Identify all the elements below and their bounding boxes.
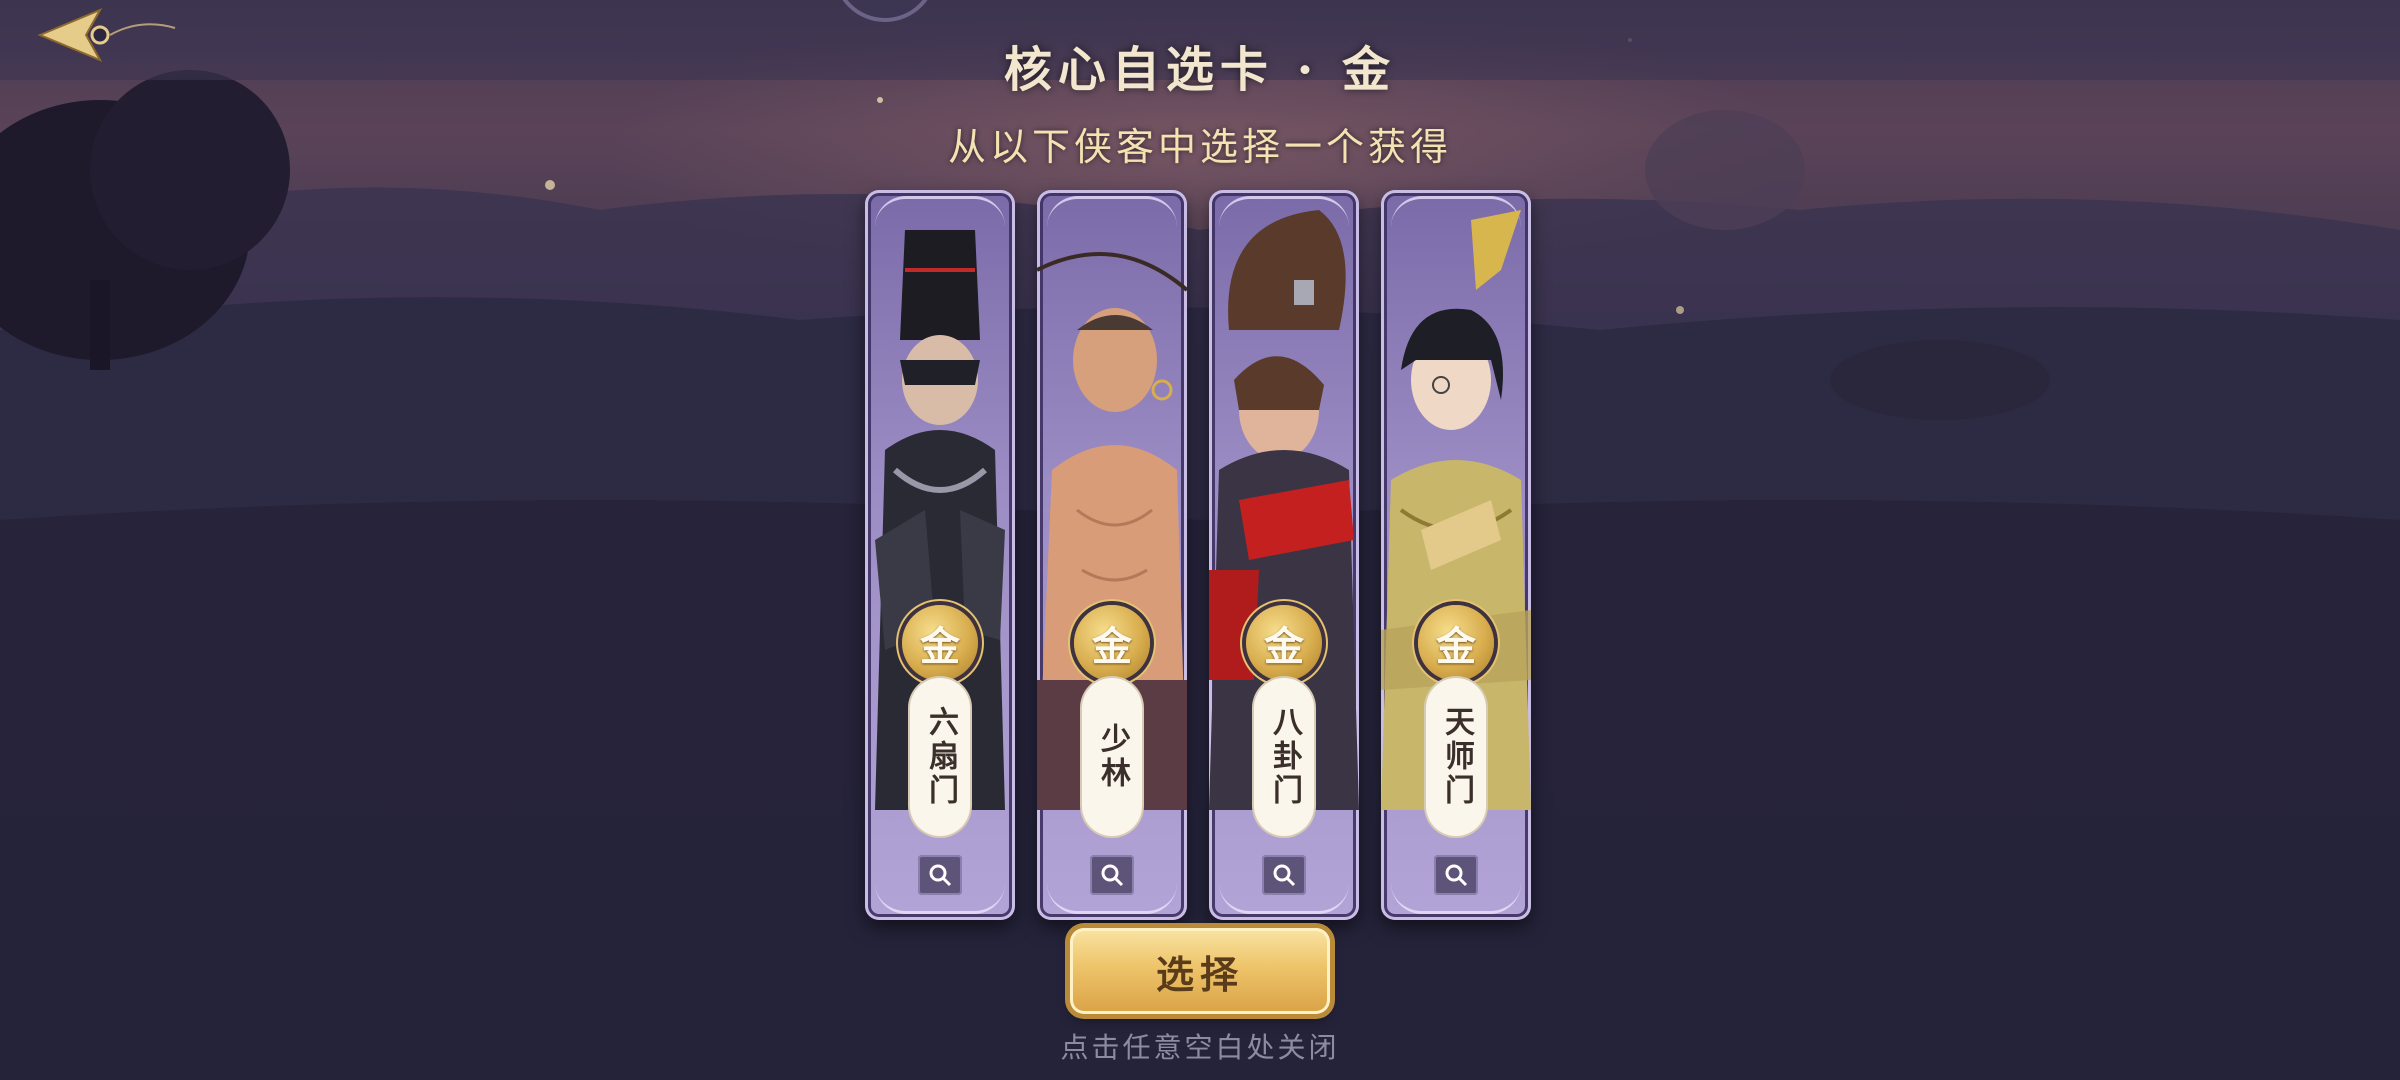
magnifier-icon bbox=[929, 864, 952, 887]
hero-card-baguamen[interactable]: 金 八卦门 bbox=[1209, 190, 1359, 920]
sect-name: 天师门 bbox=[1439, 706, 1474, 808]
dialog-subtitle: 从以下侠客中选择一个获得 bbox=[947, 125, 1452, 169]
sect-plate: 八卦门 bbox=[1254, 678, 1314, 836]
dialog-title: 核心自选卡 · 金 bbox=[1003, 42, 1397, 98]
magnifier-button[interactable] bbox=[1434, 855, 1478, 895]
gold-tier-badge: 金 bbox=[902, 605, 978, 681]
magnifier-icon bbox=[1445, 864, 1468, 887]
sect-plate: 天师门 bbox=[1426, 678, 1486, 836]
magnifier-icon bbox=[1273, 864, 1296, 887]
magnifier-button[interactable] bbox=[1090, 855, 1134, 895]
magnifier-button[interactable] bbox=[1262, 855, 1306, 895]
gold-tier-badge: 金 bbox=[1418, 605, 1494, 681]
magnifier-icon bbox=[1101, 864, 1124, 887]
gold-tier-badge: 金 bbox=[1074, 605, 1150, 681]
sect-name: 六扇门 bbox=[923, 706, 958, 808]
sect-name: 八卦门 bbox=[1267, 706, 1302, 808]
close-hint: 点击任意空白处关闭 bbox=[1060, 1031, 1340, 1064]
magnifier-button[interactable] bbox=[918, 855, 962, 895]
hero-card-list: 金 六扇门 金 少林 金 八卦门 金 天师门 bbox=[865, 190, 1535, 920]
sect-name: 少林 bbox=[1095, 723, 1130, 791]
gold-tier-badge: 金 bbox=[1246, 605, 1322, 681]
hero-card-tianshimen[interactable]: 金 天师门 bbox=[1381, 190, 1531, 920]
sect-plate: 六扇门 bbox=[910, 678, 970, 836]
hero-card-shaolin[interactable]: 金 少林 bbox=[1037, 190, 1187, 920]
sect-plate: 少林 bbox=[1082, 678, 1142, 836]
hero-card-liushanmen[interactable]: 金 六扇门 bbox=[865, 190, 1015, 920]
choose-button[interactable]: 选择 bbox=[1070, 928, 1330, 1014]
